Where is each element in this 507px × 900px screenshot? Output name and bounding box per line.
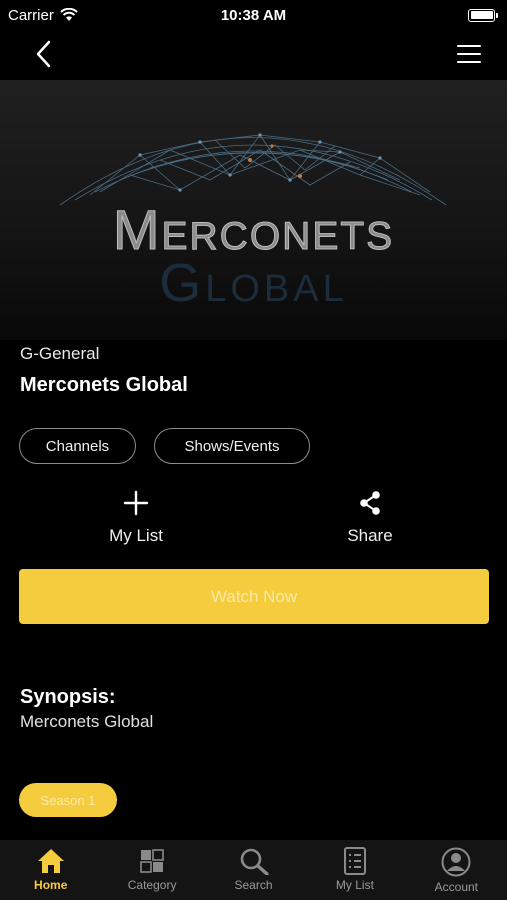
- hamburger-icon: [457, 45, 481, 63]
- carrier-label: Carrier: [8, 6, 54, 24]
- tab-search[interactable]: Search: [203, 840, 304, 900]
- tab-category[interactable]: Category: [101, 840, 202, 900]
- add-to-my-list-button[interactable]: My List: [76, 490, 196, 546]
- season-selector[interactable]: Season 1: [19, 783, 117, 817]
- synopsis-text: Merconets Global: [20, 712, 154, 731]
- tab-home[interactable]: Home: [0, 840, 101, 900]
- tab-account[interactable]: Account: [406, 840, 507, 900]
- tab-label: Account: [434, 880, 478, 894]
- tab-bar: Home Category Search My List Account: [0, 840, 507, 900]
- tab-label: Home: [34, 878, 68, 892]
- back-button[interactable]: [28, 36, 64, 72]
- plus-icon: [123, 490, 149, 516]
- content-title: Merconets Global: [20, 374, 188, 396]
- logo-subtitle: Global: [159, 253, 348, 313]
- category-icon: [140, 849, 164, 873]
- search-icon: [240, 848, 269, 875]
- synopsis-heading: Synopsis:: [20, 686, 116, 708]
- nav-bar: [0, 30, 507, 78]
- tab-label: Category: [127, 878, 177, 892]
- channels-button[interactable]: Channels: [19, 428, 136, 464]
- share-icon: [360, 491, 380, 515]
- shows-events-button[interactable]: Shows/Events: [154, 428, 310, 464]
- home-icon: [37, 849, 64, 873]
- menu-button[interactable]: [455, 40, 483, 68]
- tab-my-list[interactable]: My List: [304, 840, 405, 900]
- tab-label: Search: [234, 878, 273, 892]
- tab-label: My List: [335, 878, 374, 892]
- account-icon: [441, 847, 471, 877]
- hero-banner: Merconets Global: [0, 80, 507, 340]
- content-rating: G-General: [20, 344, 100, 363]
- list-icon: [343, 847, 366, 875]
- watch-now-button[interactable]: Watch Now: [19, 569, 489, 624]
- my-list-label: My List: [109, 526, 163, 545]
- share-label: Share: [347, 526, 393, 545]
- chevron-left-icon: [36, 40, 51, 68]
- battery-icon: [468, 8, 498, 22]
- wifi-icon: [60, 8, 78, 21]
- share-button[interactable]: Share: [310, 490, 430, 546]
- status-bar: Carrier 10:38 AM: [0, 0, 507, 30]
